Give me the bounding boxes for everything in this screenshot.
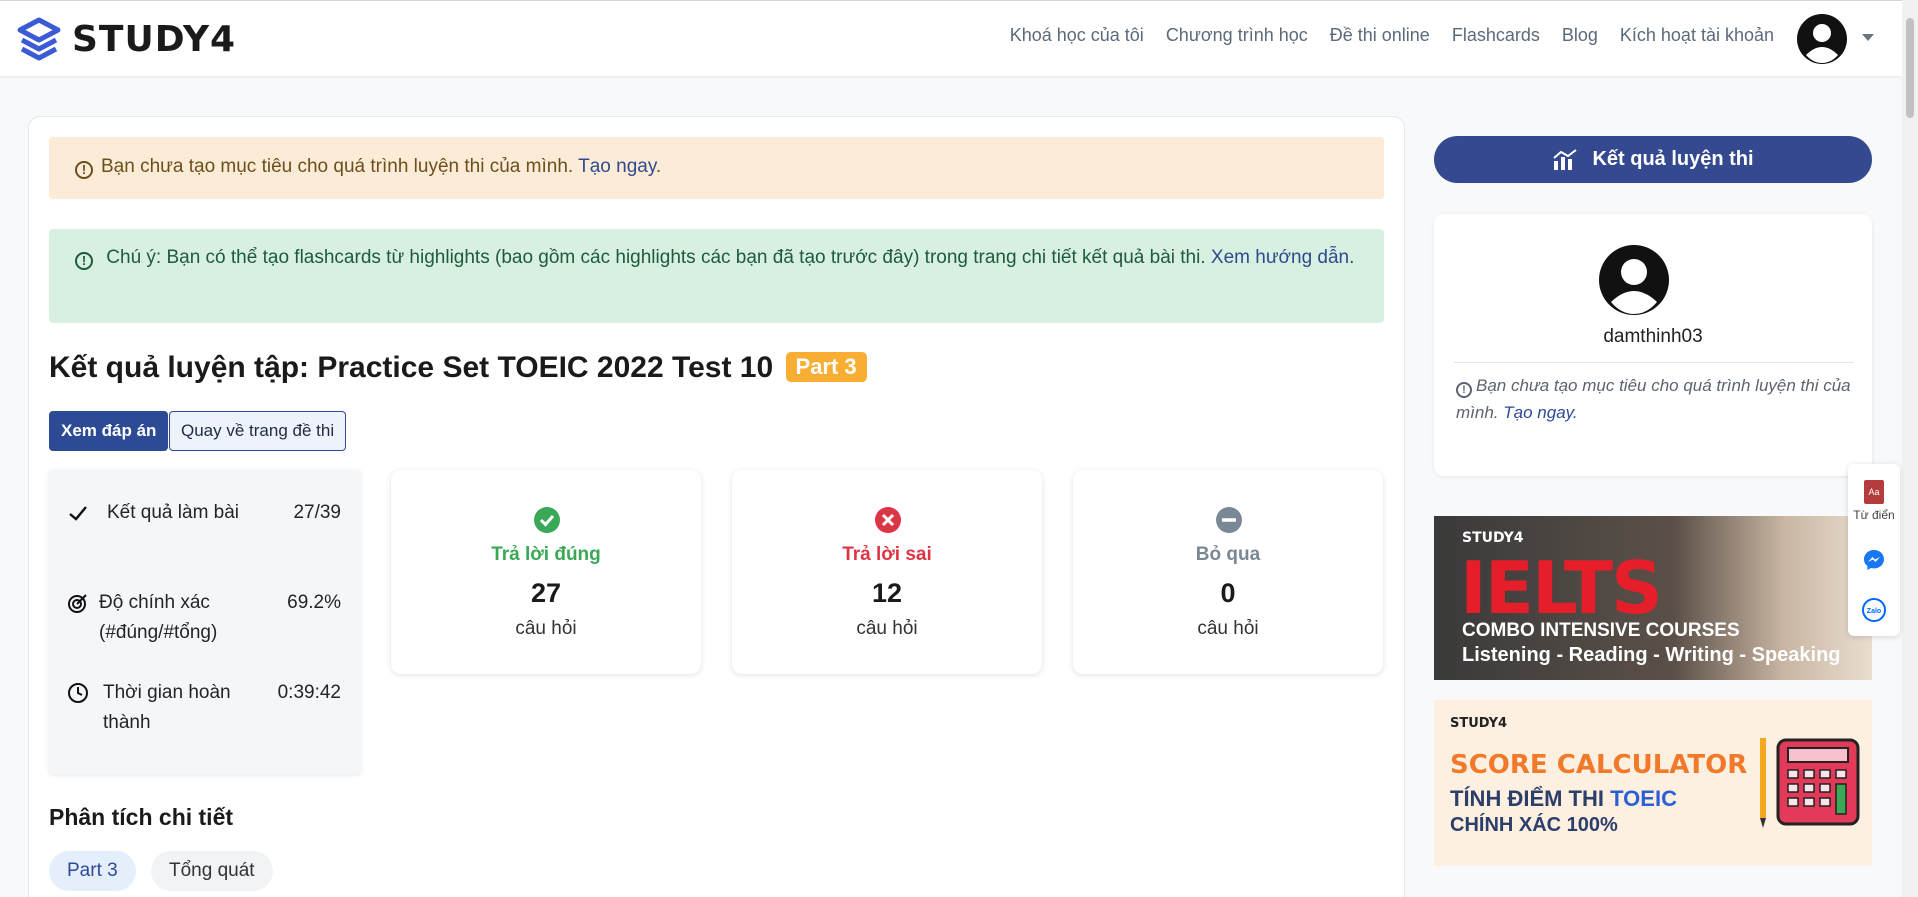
minus-circle-icon xyxy=(1216,507,1242,533)
study4-logo-icon xyxy=(17,17,61,61)
stat-unit: câu hỏi xyxy=(1197,618,1259,639)
summary-label: Kết quả làm bài xyxy=(107,502,240,523)
divider xyxy=(1454,362,1854,363)
chart-icon xyxy=(1553,148,1578,170)
view-answers-button[interactable]: Xem đáp án xyxy=(49,411,169,451)
summary-value: 27/39 xyxy=(293,502,341,523)
page-title: Kết quả luyện tập: Practice Set TOEIC 20… xyxy=(49,351,867,385)
profile-card: damthinh03 ! Bạn chưa tạo mục tiêu cho qu… xyxy=(1434,214,1872,476)
create-goal-link[interactable]: Tạo ngay xyxy=(578,156,656,177)
stat-count: 27 xyxy=(530,578,562,608)
score-calculator-banner[interactable]: STUDY4 SCORE CALCULATOR TÍNH ĐIỂM THI TO… xyxy=(1434,700,1872,866)
result-summary-box: Kết quả làm bài 27/39 Độ chính xác (#đún… xyxy=(49,470,361,774)
stat-title: Trả lời sai xyxy=(842,544,932,565)
part-badge: Part 3 xyxy=(785,352,867,382)
banner-brand: STUDY4 xyxy=(1462,530,1524,546)
tab-overview[interactable]: Tổng quát xyxy=(151,851,273,891)
info-icon: ! xyxy=(75,252,93,270)
view-guide-link[interactable]: Xem hướng dẫn xyxy=(1211,247,1349,268)
stat-title: Trả lời đúng xyxy=(491,544,601,565)
nav-programs[interactable]: Chương trình học xyxy=(1166,25,1308,46)
banner-headline: IELTS xyxy=(1460,546,1663,630)
stat-count: 0 xyxy=(1220,578,1236,608)
profile-create-goal-link[interactable]: Tạo ngay. xyxy=(1503,403,1577,422)
user-avatar-icon[interactable] xyxy=(1796,13,1848,65)
calculator-icon xyxy=(1760,738,1860,828)
x-circle-icon xyxy=(875,507,901,533)
nav-activate-account[interactable]: Kích hoạt tài khoản xyxy=(1620,25,1774,46)
banner-line-1: TÍNH ĐIỂM THI TOEIC xyxy=(1450,786,1677,812)
ielts-combo-banner[interactable]: STUDY4 IELTS COMBO INTENSIVE COURSES Lis… xyxy=(1434,516,1872,680)
banner-line-1-prefix: TÍNH ĐIỂM THI xyxy=(1450,786,1604,811)
main-content-card: ! Bạn chưa tạo mục tiêu cho quá trình luy… xyxy=(28,116,1405,897)
nav-blog[interactable]: Blog xyxy=(1562,25,1598,46)
flashcard-note-alert: ! Chú ý: Bạn có thể tạo flashcards từ hi… xyxy=(49,229,1384,323)
stat-title: Bỏ qua xyxy=(1195,544,1261,565)
banner-brand: STUDY4 xyxy=(1450,716,1508,731)
summary-label: Thời gian hoàn thành xyxy=(103,682,231,733)
top-navbar: STUDY4 Khoá học của tôi Chương trình học… xyxy=(0,0,1918,76)
floating-tools-widget: Aa Từ điển Zalo xyxy=(1848,464,1900,636)
banner-line-1-highlight: TOEIC xyxy=(1610,786,1677,811)
logo-text: STUDY4 xyxy=(72,18,237,60)
back-to-test-button[interactable]: Quay về trang đề thi xyxy=(169,411,347,451)
summary-label: Độ chính xác (#đúng/#tổng) xyxy=(99,592,218,643)
note-alert-text: Chú ý: Bạn có thể tạo flashcards từ high… xyxy=(106,247,1206,268)
target-icon xyxy=(68,594,87,613)
banner-headline: SCORE CALCULATOR xyxy=(1450,750,1748,780)
stat-count: 12 xyxy=(871,578,903,608)
check-icon xyxy=(69,506,87,521)
clock-icon xyxy=(68,683,88,703)
dictionary-icon[interactable]: Aa xyxy=(1864,480,1884,504)
tab-part-3[interactable]: Part 3 xyxy=(49,851,136,891)
info-icon: ! xyxy=(75,161,93,179)
banner-line-2: CHÍNH XÁC 100% xyxy=(1450,814,1618,836)
stat-card-wrong: Trả lời sai 12 câu hỏi xyxy=(732,470,1042,674)
banner-line-2: Listening - Reading - Writing - Speaking xyxy=(1462,644,1841,666)
note-alert-period: . xyxy=(1349,247,1355,268)
check-circle-icon xyxy=(534,507,560,533)
stat-card-skipped: Bỏ qua 0 câu hỏi xyxy=(1073,470,1383,674)
stat-card-correct: Trả lời đúng 27 câu hỏi xyxy=(391,470,701,674)
nav-my-courses[interactable]: Khoá học của tôi xyxy=(1010,25,1144,46)
banner-line-1: COMBO INTENSIVE COURSES xyxy=(1462,620,1740,641)
page-scrollbar[interactable] xyxy=(1902,0,1918,897)
exam-results-button[interactable]: Kết quả luyện thi xyxy=(1434,136,1872,183)
chevron-down-icon[interactable] xyxy=(1862,34,1874,41)
messenger-icon[interactable] xyxy=(1862,548,1886,572)
exam-results-label: Kết quả luyện thi xyxy=(1592,148,1754,170)
stat-unit: câu hỏi xyxy=(856,618,918,639)
summary-value: 69.2% xyxy=(287,592,341,613)
dictionary-label[interactable]: Từ điển xyxy=(1848,508,1900,522)
analysis-heading: Phân tích chi tiết xyxy=(49,804,234,830)
nav-online-tests[interactable]: Đề thi online xyxy=(1330,25,1430,46)
goal-alert: ! Bạn chưa tạo mục tiêu cho quá trình luy… xyxy=(49,137,1384,199)
scrollbar-thumb[interactable] xyxy=(1906,18,1914,118)
avatar xyxy=(1599,245,1669,315)
stat-unit: câu hỏi xyxy=(515,618,577,639)
result-title-text: Kết quả luyện tập: Practice Set TOEIC 20… xyxy=(49,351,774,384)
study4-logo[interactable]: STUDY4 xyxy=(16,15,236,63)
summary-value: 0:39:42 xyxy=(277,682,341,703)
svg-text:Zalo: Zalo xyxy=(1867,608,1881,615)
info-icon: ! xyxy=(1456,382,1472,398)
username: damthinh03 xyxy=(1603,326,1703,347)
goal-alert-period: . xyxy=(655,156,662,177)
zalo-icon[interactable]: Zalo xyxy=(1862,598,1886,622)
goal-alert-text: Bạn chưa tạo mục tiêu cho quá trình luyệ… xyxy=(101,156,574,177)
profile-goal-note: ! Bạn chưa tạo mục tiêu cho quá trình luy… xyxy=(1456,372,1856,426)
nav-flashcards[interactable]: Flashcards xyxy=(1452,25,1540,46)
main-nav: Khoá học của tôi Chương trình học Đề thi… xyxy=(1010,25,1774,46)
